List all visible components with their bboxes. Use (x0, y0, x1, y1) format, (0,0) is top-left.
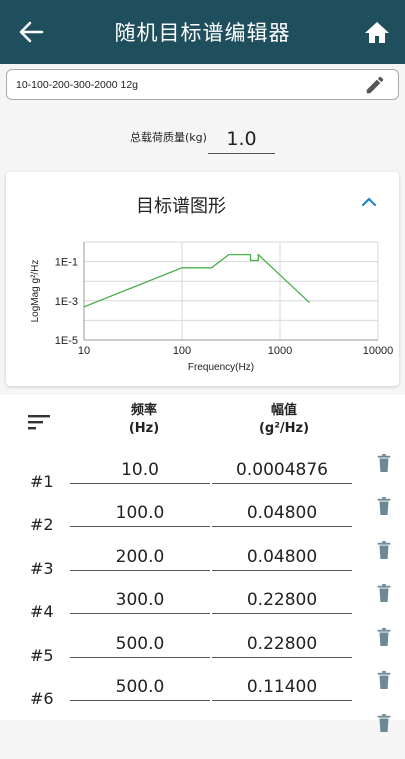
spectrum-chart: 10 100 1000 10000 1E-1 1E-3 1E-5 Frequency(Hz) L… (30, 241, 394, 373)
row-index: #6 (30, 689, 54, 708)
x-tick-label: 100 (173, 345, 191, 357)
y-tick-label: 1E-3 (55, 296, 78, 308)
x-tick-label: 10000 (363, 345, 394, 357)
chart-card-title: 目标谱图形 (136, 196, 226, 217)
freq-input[interactable]: 100.0 (70, 499, 210, 527)
freq-input[interactable]: 500.0 (70, 630, 210, 658)
trash-icon[interactable] (375, 452, 393, 474)
table-row: #5 500.0 0.22800 (0, 628, 405, 673)
trash-icon[interactable] (375, 495, 393, 517)
amp-header-unit: (g²/Hz) (258, 421, 310, 436)
amp-column-header: 幅值 (g²/Hz) (244, 402, 324, 438)
pencil-icon[interactable] (364, 74, 386, 96)
amp-input[interactable]: 0.22800 (212, 630, 352, 658)
table-row: #2 100.0 0.04800 (0, 497, 405, 542)
row-index: #4 (30, 602, 54, 621)
amp-input[interactable]: 0.22800 (212, 586, 352, 614)
freq-input[interactable]: 10.0 (70, 456, 210, 484)
x-tick-label: 10 (78, 345, 90, 357)
profile-name-input[interactable] (7, 70, 347, 99)
page-title: 随机目标谱编辑器 (114, 21, 291, 45)
table-row: #1 10.0 0.0004876 (0, 454, 405, 499)
trash-icon[interactable] (375, 712, 393, 734)
chevron-up-icon[interactable] (359, 194, 379, 210)
freq-header-label: 频率 (130, 403, 157, 418)
freq-header-unit: (Hz) (128, 421, 160, 436)
trash-icon[interactable] (375, 539, 393, 561)
trash-icon[interactable] (375, 626, 393, 648)
mass-input[interactable]: 1.0 (208, 124, 275, 154)
row-index: #2 (30, 515, 54, 534)
trash-icon[interactable] (375, 669, 393, 691)
freq-input[interactable]: 300.0 (70, 586, 210, 614)
profile-name-field (6, 69, 399, 100)
app-bar: 随机目标谱编辑器 (0, 0, 405, 64)
amp-input[interactable]: 0.0004876 (212, 456, 352, 484)
mass-label: 总载荷质量(kg) (130, 131, 207, 144)
freq-column-header: 频率 (Hz) (110, 402, 178, 438)
chart-card: 目标谱图形 10 100 1000 10000 1E-1 1E-3 1E-5 Frequenc… (6, 172, 399, 386)
amp-input[interactable]: 0.04800 (212, 543, 352, 571)
x-tick-label: 1000 (268, 345, 292, 357)
row-index: #5 (30, 646, 54, 665)
trash-icon[interactable] (375, 582, 393, 604)
amp-input[interactable]: 0.11400 (212, 673, 352, 701)
y-axis-label: LogMag g²/Hz (30, 260, 41, 323)
sort-icon[interactable] (27, 413, 51, 431)
x-axis-label: Frequency(Hz) (188, 362, 254, 373)
freq-input[interactable]: 500.0 (70, 673, 210, 701)
amp-input[interactable]: 0.04800 (212, 499, 352, 527)
y-tick-label: 1E-5 (55, 335, 78, 347)
amp-header-label: 幅值 (270, 403, 297, 418)
y-tick-label: 1E-1 (55, 257, 78, 269)
table-row: #6 500.0 0.11400 (0, 671, 405, 716)
freq-input[interactable]: 200.0 (70, 543, 210, 571)
table-row (0, 714, 405, 759)
row-index: #1 (30, 472, 54, 491)
table-row: #3 200.0 0.04800 (0, 541, 405, 586)
table-row: #4 300.0 0.22800 (0, 584, 405, 629)
arrow-left-icon[interactable] (16, 18, 46, 46)
home-icon[interactable] (363, 18, 391, 46)
row-index: #3 (30, 559, 54, 578)
